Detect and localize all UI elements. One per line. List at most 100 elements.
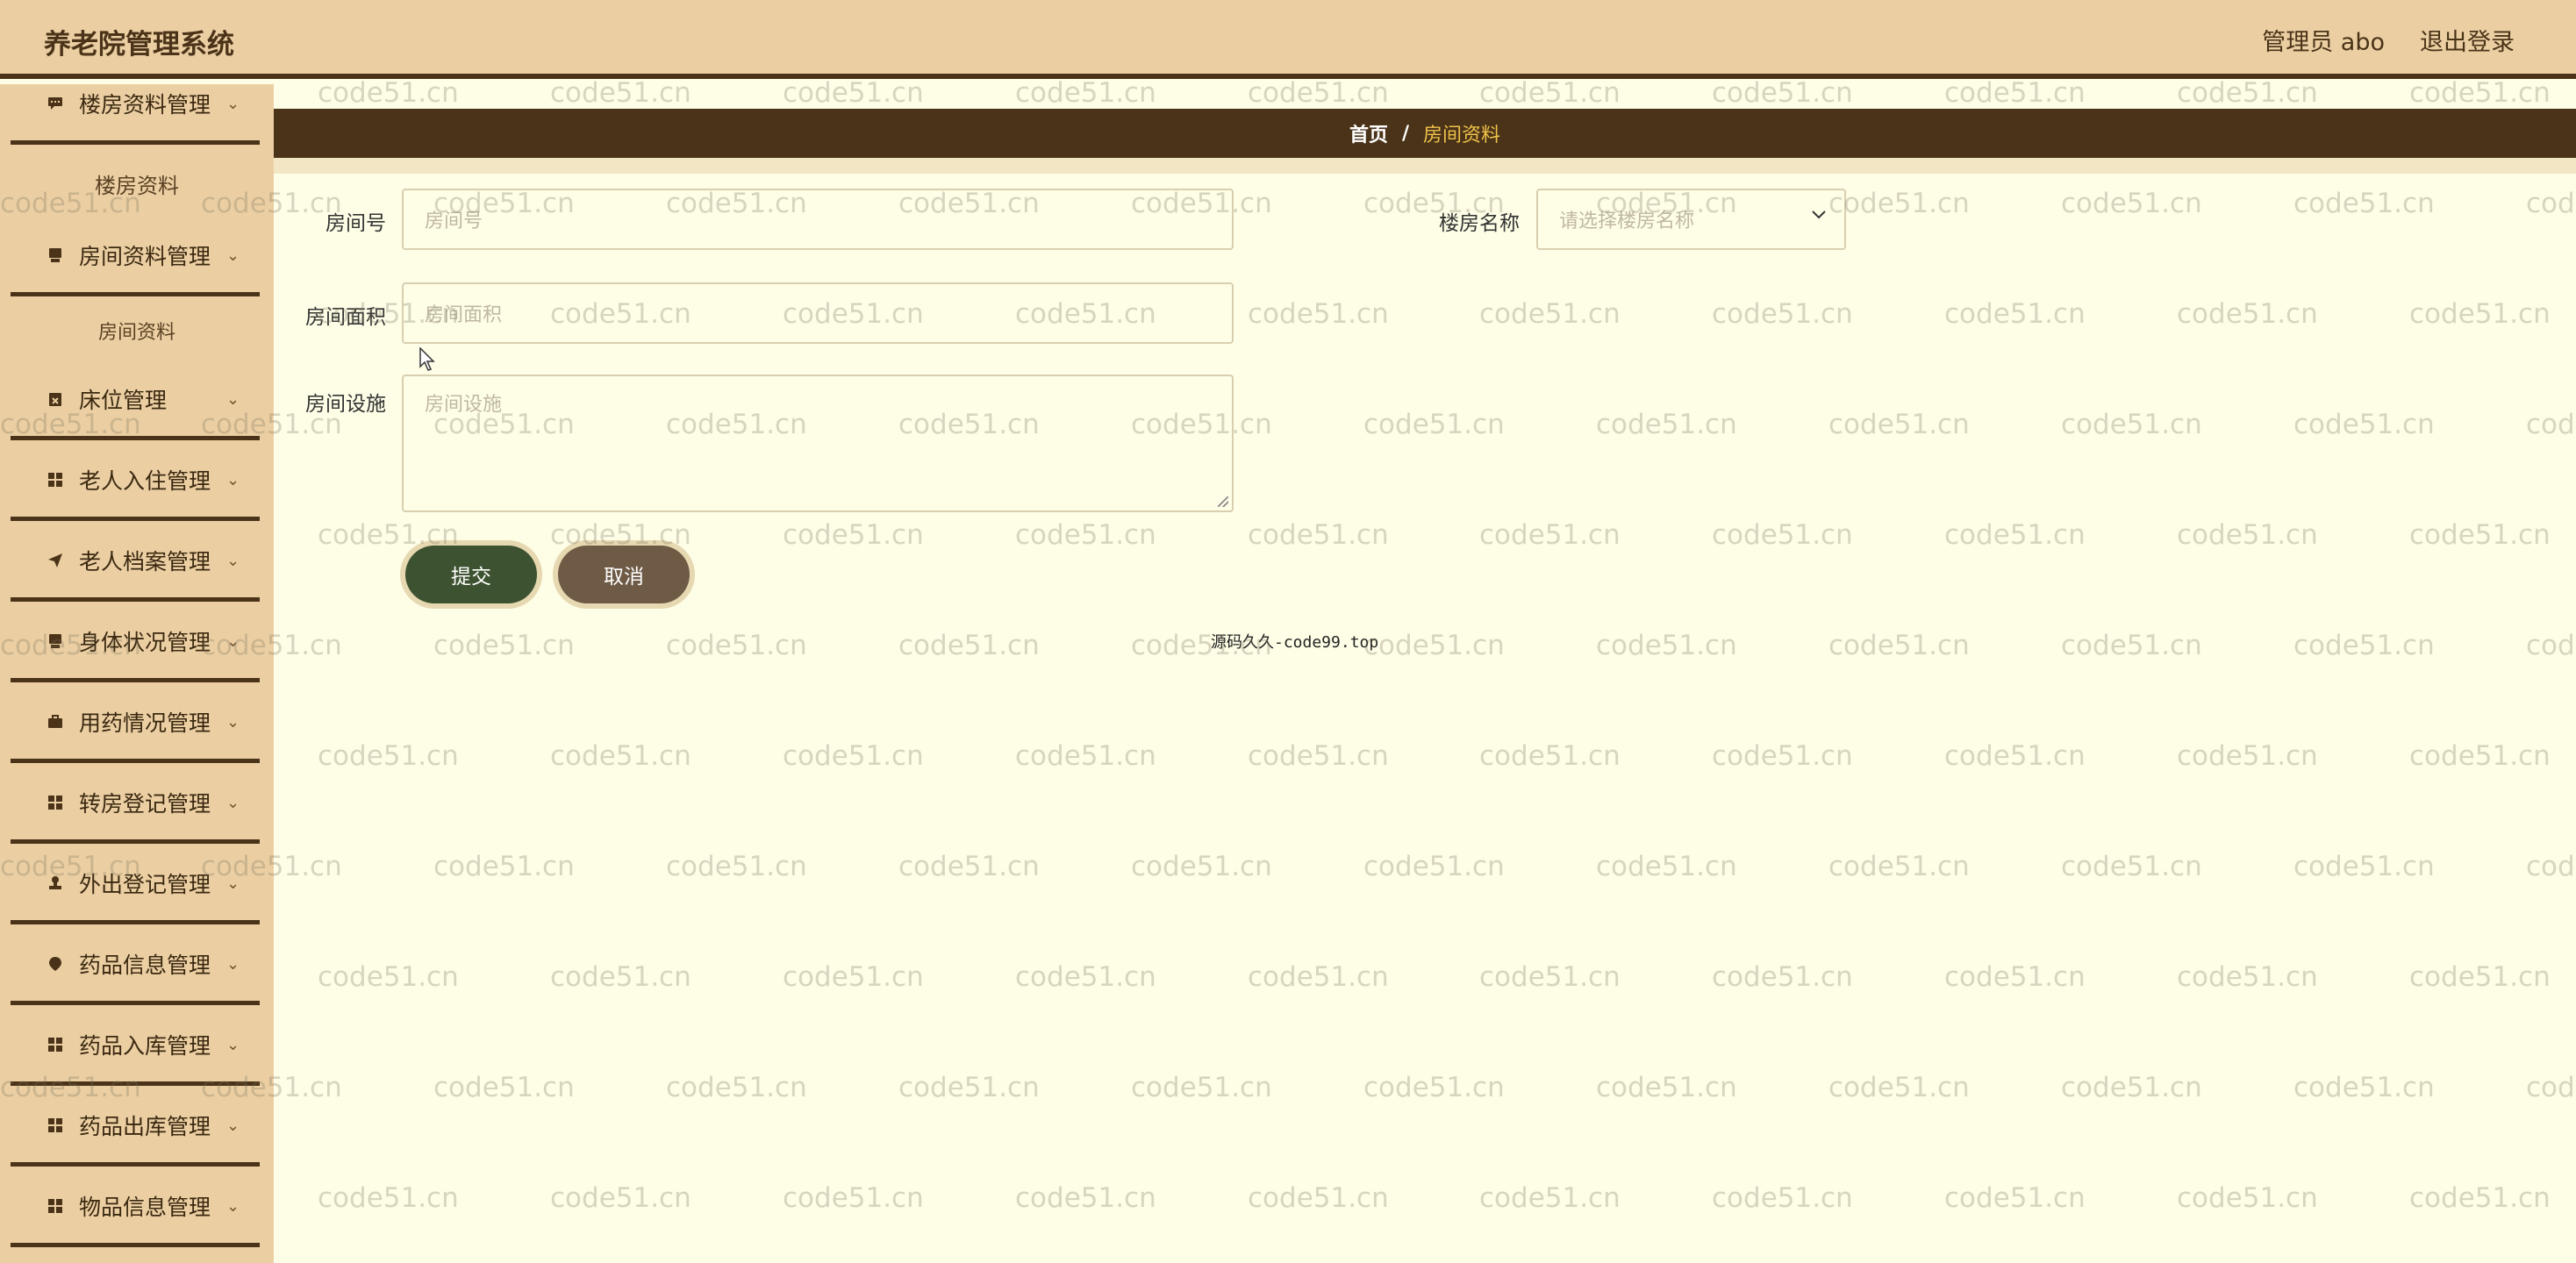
watermark-text: code51.cn xyxy=(550,961,691,993)
chevron-down-icon: ⌄ xyxy=(226,874,240,893)
grid-icon xyxy=(46,1116,65,1135)
sidebar-item-room-management[interactable]: 房间资料管理 ⌄ xyxy=(0,229,274,282)
watermark-text: code51.cn xyxy=(1479,77,1621,109)
building-name-select[interactable]: 请选择楼房名称 xyxy=(1536,189,1846,250)
watermark-text: code51.cn xyxy=(2061,851,2202,882)
watermark-text: code51.cn xyxy=(2177,298,2318,330)
watermark-text: code51.cn xyxy=(2061,188,2202,219)
watermark-text: code51.cn xyxy=(2293,409,2435,440)
watermark-text: code51.cn xyxy=(2409,1182,2551,1214)
top-header: 养老院管理系统 管理员 abo 退出登录 xyxy=(0,0,2576,79)
watermark-text: code51.cn xyxy=(318,740,459,772)
grid-icon xyxy=(46,1196,65,1216)
sidebar-item-room-transfer-management[interactable]: 转房登记管理 ⌄ xyxy=(0,776,274,829)
watermark-text: code51.cn xyxy=(2526,409,2576,440)
watermark-text: code51.cn xyxy=(2409,77,2551,109)
submenu-room[interactable]: 房间资料 xyxy=(0,309,274,353)
watermark-text: code51.cn xyxy=(1363,1072,1505,1103)
watermark-text: code51.cn xyxy=(2409,740,2551,772)
watermark-text: code51.cn xyxy=(2409,519,2551,551)
breadcrumb-separator: / xyxy=(1401,122,1410,145)
cancel-button[interactable]: 取消 xyxy=(558,546,690,603)
watermark-text: code51.cn xyxy=(783,961,924,993)
chevron-down-icon: ⌄ xyxy=(226,1116,240,1135)
building-select-placeholder: 请选择楼房名称 xyxy=(1559,210,1695,232)
sidebar-item-drug-outbound-management[interactable]: 药品出库管理 ⌄ xyxy=(0,1099,274,1152)
watermark-text: code51.cn xyxy=(898,1072,1040,1103)
watermark-text: code51.cn xyxy=(318,961,459,993)
room-facilities-textarea[interactable]: 房间设施 xyxy=(402,375,1234,512)
watermark-text: code51.cn xyxy=(1479,519,1621,551)
watermark-text: code51.cn xyxy=(1015,77,1156,109)
app-title: 养老院管理系统 xyxy=(44,29,234,61)
watermark-text: code51.cn xyxy=(666,851,807,882)
sidebar-divider xyxy=(11,1081,260,1086)
watermark-text: code51.cn xyxy=(1363,409,1505,440)
sidebar-item-label: 床位管理 xyxy=(79,388,168,413)
building-name-label: 楼房名称 xyxy=(1439,212,1520,235)
sidebar-divider xyxy=(11,678,260,682)
sidebar-item-drug-inbound-management[interactable]: 药品入库管理 ⌄ xyxy=(0,1018,274,1071)
watermark-text: code51.cn xyxy=(1479,961,1621,993)
grid-icon xyxy=(46,1035,65,1054)
logout-link[interactable]: 退出登录 xyxy=(2420,23,2515,57)
room-area-input[interactable]: 房间面积 xyxy=(402,282,1234,344)
watermark-text: code51.cn xyxy=(1944,519,2086,551)
sidebar-item-medication-management[interactable]: 用药情况管理 ⌄ xyxy=(0,696,274,748)
sidebar-item-health-management[interactable]: 身体状况管理 ⌄ xyxy=(0,615,274,667)
sidebar-divider xyxy=(11,759,260,763)
chevron-down-icon: ⌄ xyxy=(226,1196,240,1216)
watermark-text: code51.cn xyxy=(2293,630,2435,661)
sidebar-item-label: 转房登记管理 xyxy=(79,791,211,817)
sidebar: 楼房资料管理 ⌄ 楼房资料 房间资料管理 ⌄ 房间资料 床位管理 ⌄ 老人入住管… xyxy=(0,84,274,1263)
room-area-placeholder: 房间面积 xyxy=(425,304,503,326)
watermark-text: code51.cn xyxy=(2526,851,2576,882)
chat-bubble-icon xyxy=(46,94,65,113)
watermark-text: code51.cn xyxy=(2293,1072,2435,1103)
sidebar-divider xyxy=(11,292,260,296)
watermark-text: code51.cn xyxy=(1363,630,1505,661)
sidebar-item-outing-management[interactable]: 外出登记管理 ⌄ xyxy=(0,857,274,910)
sidebar-item-label: 药品出库管理 xyxy=(79,1114,211,1139)
inbox-icon xyxy=(46,246,65,265)
watermark-text: code51.cn xyxy=(783,1182,924,1214)
sidebar-divider xyxy=(11,1162,260,1167)
sidebar-item-goods-info-management[interactable]: 物品信息管理 ⌄ xyxy=(0,1180,274,1232)
submit-button[interactable]: 提交 xyxy=(405,546,537,603)
chevron-down-icon: ⌄ xyxy=(226,712,240,731)
resize-handle-icon[interactable] xyxy=(1218,496,1228,507)
sidebar-item-drug-info-management[interactable]: 药品信息管理 ⌄ xyxy=(0,938,274,990)
watermark-text: code51.cn xyxy=(433,851,575,882)
sidebar-divider xyxy=(11,436,260,440)
watermark-text: code51.cn xyxy=(1944,77,2086,109)
room-no-input[interactable]: 房间号 xyxy=(402,189,1234,250)
sidebar-item-label: 楼房资料管理 xyxy=(79,92,211,118)
watermark-text: code51.cn xyxy=(1248,961,1389,993)
watermark-text: code51.cn xyxy=(1015,1182,1156,1214)
room-facilities-placeholder: 房间设施 xyxy=(425,394,503,416)
sidebar-item-bed-management[interactable]: 床位管理 ⌄ xyxy=(0,373,274,425)
mouse-cursor-icon xyxy=(419,346,437,372)
chevron-down-icon: ⌄ xyxy=(226,94,240,113)
watermark-text: code51.cn xyxy=(1712,77,1853,109)
watermark-text: code51.cn xyxy=(433,630,575,661)
watermark-text: code51.cn xyxy=(1828,1072,1970,1103)
chevron-down-icon: ⌄ xyxy=(226,389,240,409)
watermark-text: code51.cn xyxy=(1248,77,1389,109)
sidebar-divider xyxy=(11,920,260,924)
breadcrumb-home[interactable]: 首页 xyxy=(1349,119,1388,147)
grid-icon xyxy=(46,470,65,489)
sidebar-divider xyxy=(11,1001,260,1005)
watermark-text: code51.cn xyxy=(1944,298,2086,330)
watermark-text: code51.cn xyxy=(1248,740,1389,772)
watermark-text: code51.cn xyxy=(2526,188,2576,219)
sidebar-item-archive-management[interactable]: 老人档案管理 ⌄ xyxy=(0,534,274,587)
sidebar-item-building-management[interactable]: 楼房资料管理 ⌄ xyxy=(0,84,274,130)
submenu-building[interactable]: 楼房资料 xyxy=(0,161,274,205)
chevron-down-icon: ⌄ xyxy=(226,551,240,570)
watermark-text: code51.cn xyxy=(550,77,691,109)
sidebar-divider xyxy=(11,1243,260,1247)
watermark-text: code51.cn xyxy=(1712,1182,1853,1214)
sidebar-item-checkin-management[interactable]: 老人入住管理 ⌄ xyxy=(0,453,274,506)
sidebar-divider xyxy=(11,839,260,844)
